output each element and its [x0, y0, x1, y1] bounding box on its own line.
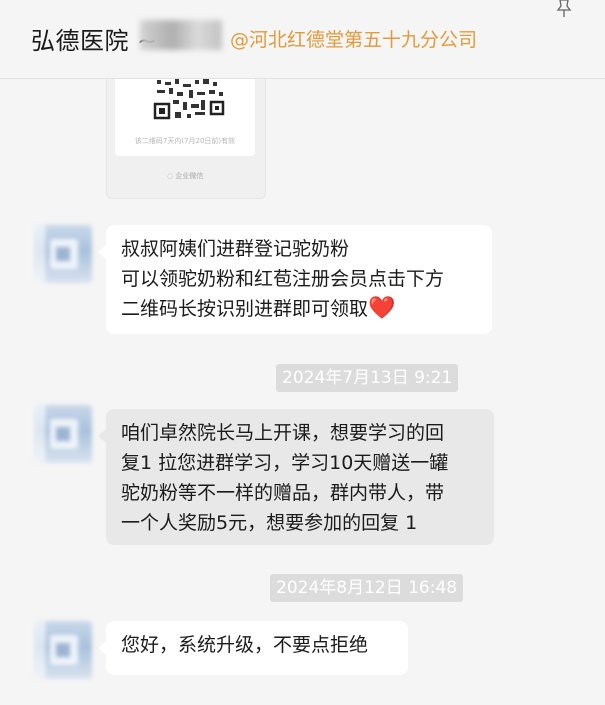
message-bubble[interactable]: 叔叔阿姨们进群登记驼奶粉 可以领驼奶粉和红苞注册会员点击下方 二维码长按识别进群… [98, 225, 492, 334]
qr-footer-label: ◌ 企业微信 [167, 172, 204, 180]
qr-caption: 该二维码7天内(7月20日前)有效 [134, 137, 236, 145]
message-timestamp: 2024年8月12日 16:48 [270, 574, 464, 602]
chat-title[interactable]: 弘德医院 ~ [31, 21, 158, 56]
pin-icon[interactable] [556, 0, 572, 18]
message-bubble[interactable]: 咱们卓然院长马上开课，想要学习的回 复1 拉您进群学习，学习10天赠送一罐 驼奶… [98, 409, 494, 545]
message-text-line: 驼奶粉等不一样的赠品，群内带人，带 [121, 482, 445, 504]
message-text-line: 您好，系统升级，不要点拒绝 [121, 634, 369, 656]
message-bubble[interactable]: 您好，系统升级，不要点拒绝 [98, 621, 408, 675]
sender-avatar[interactable] [34, 405, 92, 463]
message-text-line: 一个人奖励5元，想要参加的回复 1 [121, 512, 418, 534]
sender-avatar[interactable] [34, 621, 92, 679]
message-text-line: 咱们卓然院长马上开课，想要学习的回 [121, 422, 445, 444]
sender-avatar[interactable] [34, 225, 92, 283]
org-label[interactable]: @河北红德堂第五十九分公司 [230, 25, 477, 52]
chat-header: 弘德医院 ~ @河北红德堂第五十九分公司 [0, 0, 605, 79]
qr-code-image[interactable] [143, 76, 233, 124]
message-text-line: 可以领驼奶粉和红苞注册会员点击下方 [121, 268, 445, 290]
heart-emoji-icon: ❤️ [368, 296, 396, 321]
message-timestamp: 2024年7月13日 9:21 [276, 364, 459, 392]
blurred-name [140, 20, 222, 50]
message-text-line: 二维码长按识别进群即可领取❤️ [121, 296, 396, 321]
message-text-line: 叔叔阿姨们进群登记驼奶粉 [121, 238, 350, 260]
message-text-line: 复1 拉您进群学习，学习10天赠送一罐 [121, 452, 449, 474]
